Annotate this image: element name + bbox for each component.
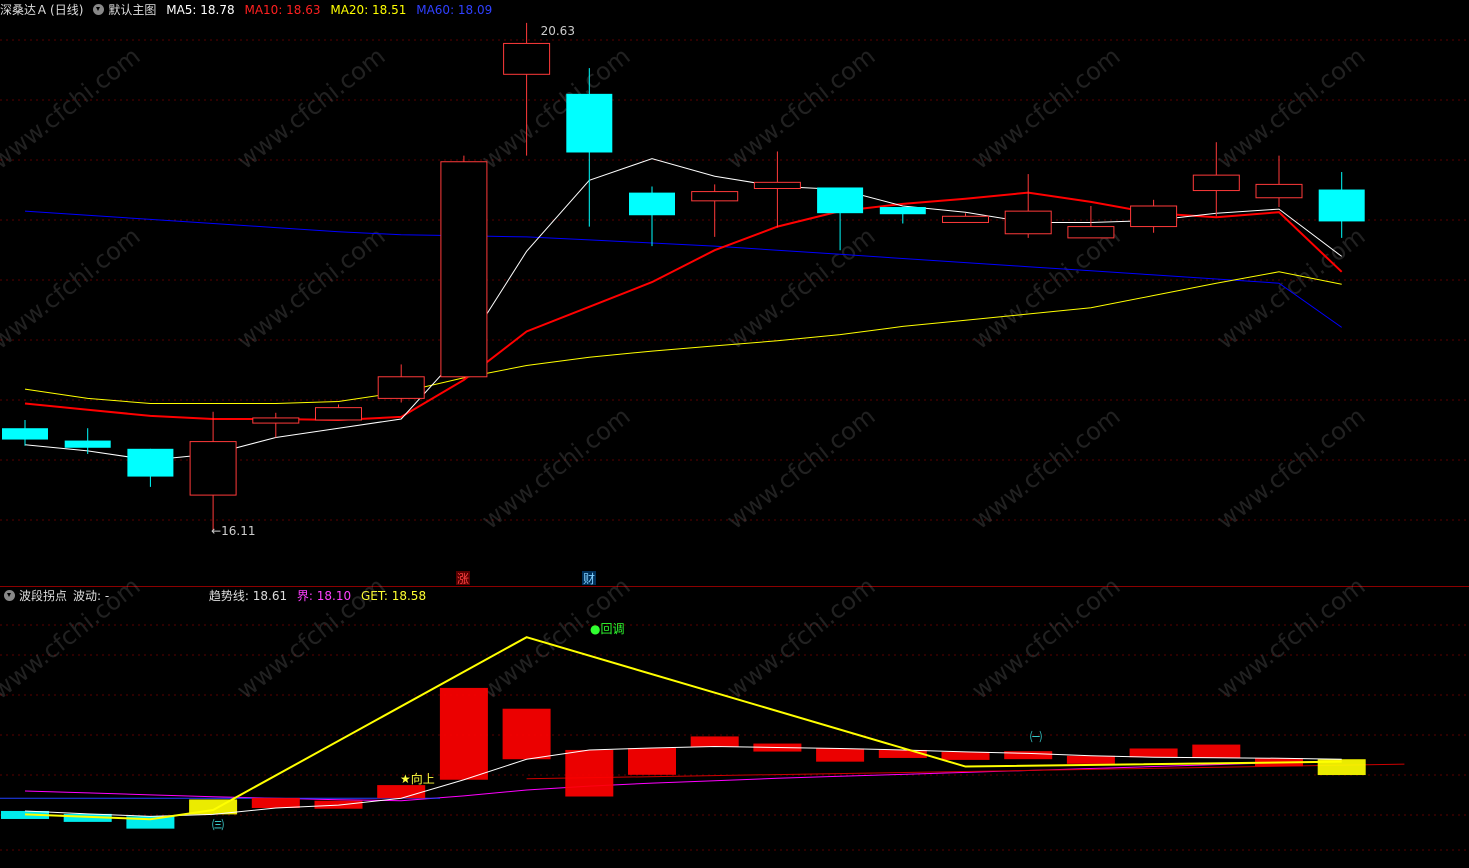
watermark-text: www.cfchi.com (476, 572, 635, 705)
indicator-bar (941, 751, 990, 760)
watermark-text: www.cfchi.com (231, 42, 390, 175)
watermark-text: www.cfchi.com (966, 222, 1125, 355)
watermark-text: www.cfchi.com (966, 402, 1125, 535)
indicator-bar (565, 749, 614, 797)
candle-body (503, 42, 551, 75)
candle-body (879, 207, 926, 215)
candle-body (942, 215, 989, 223)
watermark-layer: www.cfchi.com www.cfchi.com www.cfchi.com w… (0, 42, 1370, 705)
watermark-text: www.cfchi.com (231, 572, 390, 705)
watermark-text: www.cfchi.com (721, 572, 880, 705)
candle-body (691, 191, 739, 202)
watermark-text: www.cfchi.com (1211, 572, 1370, 705)
indicator-bar (816, 748, 865, 762)
candle-body (252, 417, 300, 424)
candle-body (1192, 174, 1240, 192)
watermark-text: www.cfchi.com (721, 402, 880, 535)
wave3-label: ㈢ (212, 818, 224, 832)
watermark-text: www.cfchi.com (0, 222, 145, 355)
watermark-text: www.cfchi.com (966, 42, 1125, 175)
high-price-label: 20.63 (541, 24, 575, 38)
fin-tag: 财 (583, 572, 595, 586)
indicator-panel: ●回调 ★向上㈢ ㈠ (0, 622, 1405, 832)
pullback-label: ●回调 (590, 622, 624, 636)
ma60-line (24, 210, 1342, 328)
watermark-text: www.cfchi.com (476, 402, 635, 535)
ma20-line (24, 271, 1342, 404)
watermark-text: www.cfchi.com (1211, 222, 1370, 355)
rise-tag: 涨 (457, 571, 469, 586)
candle-body (127, 448, 174, 477)
indicator-bar (628, 748, 676, 775)
candle-body (566, 93, 613, 153)
ma20-series (24, 271, 1342, 404)
watermark-text: www.cfchi.com (1211, 42, 1370, 175)
chart-canvas[interactable]: www.cfchi.com www.cfchi.com www.cfchi.com w… (0, 0, 1469, 868)
indicator-bar (439, 687, 488, 780)
candle-body (1004, 210, 1052, 235)
indicator-bar (690, 736, 739, 747)
candle-body (1067, 226, 1115, 239)
candles (2, 22, 1365, 532)
candle-body (189, 441, 237, 496)
ma60-series (24, 210, 1342, 328)
ma5-series (24, 158, 1343, 461)
candle-body (64, 440, 111, 448)
candle-body (377, 376, 425, 399)
candle-body (440, 161, 488, 378)
candle-body (1318, 189, 1365, 222)
zigzag-series (24, 636, 1342, 821)
indicator-bar (1192, 744, 1241, 758)
candle-body (753, 181, 801, 189)
candle-body (315, 407, 362, 421)
candle-body (1255, 183, 1303, 199)
candle-body (629, 192, 675, 216)
indicator-bar (1066, 755, 1115, 764)
bound-series (24, 760, 1342, 802)
candle-body (817, 187, 864, 214)
watermark-text: www.cfchi.com (721, 222, 880, 355)
watermark-text: www.cfchi.com (0, 42, 145, 175)
indicator-bar (1004, 751, 1053, 760)
candle-body (2, 428, 48, 440)
watermark-text: www.cfchi.com (0, 572, 145, 705)
watermark-text: www.cfchi.com (1211, 402, 1370, 535)
wave1-label: ㈠ (1030, 730, 1042, 744)
indicator-bar (1129, 748, 1178, 758)
watermark-text: www.cfchi.com (966, 572, 1125, 705)
indicator-bar (377, 785, 426, 799)
low-price-label: ←16.11 (211, 524, 255, 538)
candle-body (1130, 205, 1178, 228)
upward-label: ★向上 (400, 771, 435, 786)
ma5-line (24, 158, 1343, 461)
watermark-text: www.cfchi.com (231, 222, 390, 355)
watermark-text: www.cfchi.com (721, 42, 880, 175)
indicator-bar (251, 797, 300, 809)
indicator-bar (502, 708, 551, 760)
